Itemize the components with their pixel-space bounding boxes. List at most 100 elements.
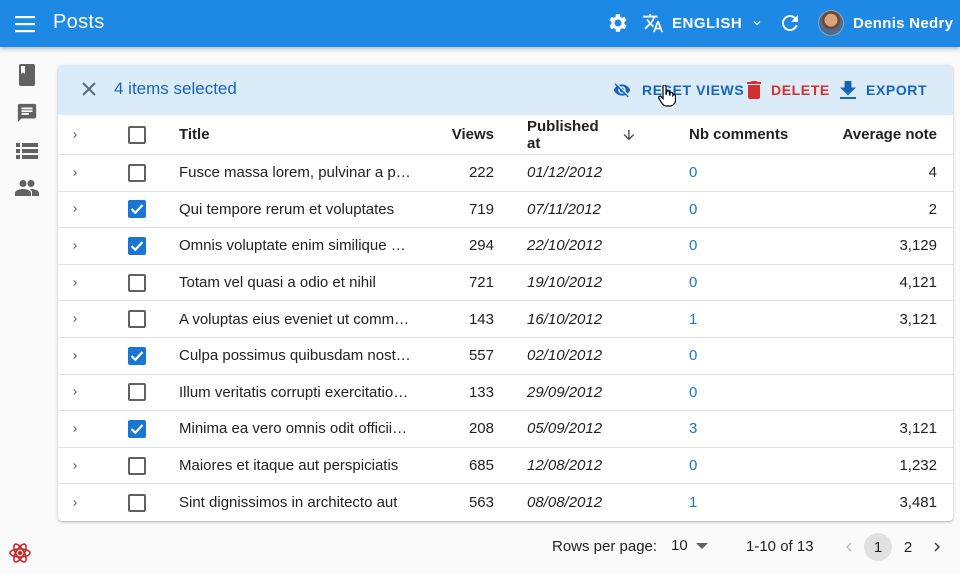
table-row[interactable]: Sint dignissimos in architecto aut 563 08/… bbox=[58, 484, 953, 521]
expand-row-icon[interactable] bbox=[65, 155, 85, 191]
table-row[interactable]: Totam vel quasi a odio et nihil 721 19/10/… bbox=[58, 265, 953, 302]
download-icon bbox=[840, 81, 856, 99]
expand-row-icon[interactable] bbox=[65, 338, 85, 374]
column-published-at-label: Published at bbox=[527, 117, 599, 152]
expand-row-icon[interactable] bbox=[65, 301, 85, 337]
gear-icon[interactable] bbox=[606, 11, 632, 37]
row-checkbox[interactable] bbox=[127, 228, 147, 264]
table-row[interactable]: Culpa possimus quibusdam nost… 557 02/10/2… bbox=[58, 338, 953, 375]
expand-row-icon[interactable] bbox=[65, 448, 85, 484]
avatar bbox=[818, 10, 844, 36]
row-title: Totam vel quasi a odio et nihil bbox=[179, 274, 376, 292]
table-row[interactable]: Maiores et itaque aut perspiciatis 685 12/… bbox=[58, 448, 953, 485]
sidebar-item-comments[interactable] bbox=[14, 100, 40, 126]
column-views[interactable]: Views bbox=[433, 115, 494, 154]
row-comments-link[interactable]: 0 bbox=[689, 448, 729, 484]
row-comments-link[interactable]: 0 bbox=[689, 338, 729, 374]
row-comments-link[interactable]: 1 bbox=[689, 301, 729, 337]
row-published-at: 01/12/2012 bbox=[527, 164, 603, 182]
expand-row-icon[interactable] bbox=[65, 411, 85, 447]
row-checkbox[interactable] bbox=[127, 265, 147, 301]
row-views: 294 bbox=[468, 237, 494, 255]
expand-row-icon[interactable] bbox=[65, 265, 85, 301]
row-comments-link[interactable]: 0 bbox=[689, 192, 729, 228]
export-label: EXPORT bbox=[866, 82, 928, 98]
page-2-button[interactable]: 2 bbox=[894, 533, 922, 561]
row-average-note: 3,121 bbox=[899, 420, 937, 438]
row-checkbox[interactable] bbox=[127, 411, 147, 447]
select-all-checkbox[interactable] bbox=[127, 115, 147, 154]
expand-row-icon[interactable] bbox=[65, 228, 85, 264]
row-comments-link[interactable]: 3 bbox=[689, 411, 729, 447]
column-nb-comments[interactable]: Nb comments bbox=[689, 115, 809, 154]
row-checkbox[interactable] bbox=[127, 338, 147, 374]
row-checkbox[interactable] bbox=[127, 484, 147, 521]
previous-page-icon[interactable] bbox=[840, 537, 858, 557]
row-comments-link[interactable]: 0 bbox=[689, 265, 729, 301]
row-checkbox[interactable] bbox=[127, 448, 147, 484]
row-views: 133 bbox=[468, 383, 494, 401]
expand-all-icon[interactable] bbox=[65, 115, 85, 154]
close-icon[interactable] bbox=[79, 79, 99, 99]
export-button[interactable]: EXPORT bbox=[840, 77, 927, 103]
reset-views-button[interactable]: RESET VIEWS bbox=[612, 77, 744, 103]
rows-per-page-select[interactable]: 10 bbox=[671, 537, 708, 554]
row-checkbox[interactable] bbox=[127, 192, 147, 228]
user-menu[interactable]: Dennis Nedry bbox=[818, 9, 953, 37]
hand-cursor-icon bbox=[658, 84, 677, 107]
row-published-at: 22/10/2012 bbox=[527, 237, 603, 255]
column-title[interactable]: Title bbox=[179, 115, 413, 154]
refresh-icon[interactable] bbox=[778, 11, 804, 37]
row-checkbox[interactable] bbox=[127, 301, 147, 337]
language-selector[interactable]: ENGLISH bbox=[642, 9, 764, 37]
row-comments-link[interactable]: 1 bbox=[689, 484, 729, 521]
row-title: Culpa possimus quibusdam nost… bbox=[179, 347, 411, 365]
row-comments-link[interactable]: 0 bbox=[689, 228, 729, 264]
next-page-icon[interactable] bbox=[928, 537, 946, 557]
page-1-button[interactable]: 1 bbox=[864, 533, 892, 561]
row-average-note: 3,121 bbox=[899, 310, 937, 328]
dropdown-arrow-icon bbox=[695, 542, 708, 549]
selected-count: 4 items selected bbox=[114, 79, 237, 98]
sidebar-item-tags[interactable] bbox=[14, 138, 40, 164]
row-title: Maiores et itaque aut perspiciatis bbox=[179, 457, 399, 475]
expand-row-icon[interactable] bbox=[65, 192, 85, 228]
page-title: Posts bbox=[53, 11, 105, 33]
row-checkbox[interactable] bbox=[127, 155, 147, 191]
table-row[interactable]: Minima ea vero omnis odit officii… 208 05/… bbox=[58, 411, 953, 448]
delete-label: DELETE bbox=[771, 82, 830, 98]
row-comments-link[interactable]: 0 bbox=[689, 155, 729, 191]
row-views: 719 bbox=[468, 200, 494, 218]
row-comments-link[interactable]: 0 bbox=[689, 375, 729, 411]
column-published-at[interactable]: Published at bbox=[527, 115, 637, 154]
delete-button[interactable]: DELETE bbox=[747, 77, 830, 103]
menu-icon[interactable] bbox=[14, 12, 38, 36]
row-title: Illum veritatis corrupti exercitatio… bbox=[179, 383, 409, 401]
column-average-note[interactable]: Average note bbox=[837, 115, 937, 154]
expand-row-icon[interactable] bbox=[65, 375, 85, 411]
table-row[interactable]: Fusce massa lorem, pulvinar a p… 222 01/12… bbox=[58, 155, 953, 192]
row-average-note: 1,232 bbox=[899, 457, 937, 475]
table-row[interactable]: Omnis voluptate enim similique e… 294 22/1… bbox=[58, 228, 953, 265]
row-checkbox[interactable] bbox=[127, 375, 147, 411]
row-average-note bbox=[837, 375, 937, 411]
row-published-at: 16/10/2012 bbox=[527, 310, 603, 328]
language-label: ENGLISH bbox=[672, 14, 743, 32]
row-views: 685 bbox=[468, 457, 494, 475]
list-icon bbox=[16, 143, 38, 159]
bulk-actions-toolbar: 4 items selected RESET VIEWS DELETE EXPO… bbox=[58, 65, 953, 115]
row-published-at: 19/10/2012 bbox=[527, 274, 603, 292]
row-average-note: 4 bbox=[928, 164, 937, 182]
sidebar-item-users[interactable] bbox=[14, 175, 40, 201]
arrow-down-icon bbox=[623, 129, 635, 140]
table-row[interactable]: A voluptas eius eveniet ut comm… 143 16/10… bbox=[58, 301, 953, 338]
row-average-note: 3,129 bbox=[899, 237, 937, 255]
table-row[interactable]: Qui tempore rerum et voluptates 719 07/11/… bbox=[58, 192, 953, 229]
sidebar-item-posts[interactable] bbox=[14, 62, 40, 88]
row-views: 222 bbox=[468, 164, 494, 182]
expand-row-icon[interactable] bbox=[65, 484, 85, 521]
row-published-at: 29/09/2012 bbox=[527, 383, 603, 401]
table-row[interactable]: Illum veritatis corrupti exercitatio… 133… bbox=[58, 375, 953, 412]
row-views: 563 bbox=[468, 494, 494, 512]
row-published-at: 12/08/2012 bbox=[527, 457, 603, 475]
